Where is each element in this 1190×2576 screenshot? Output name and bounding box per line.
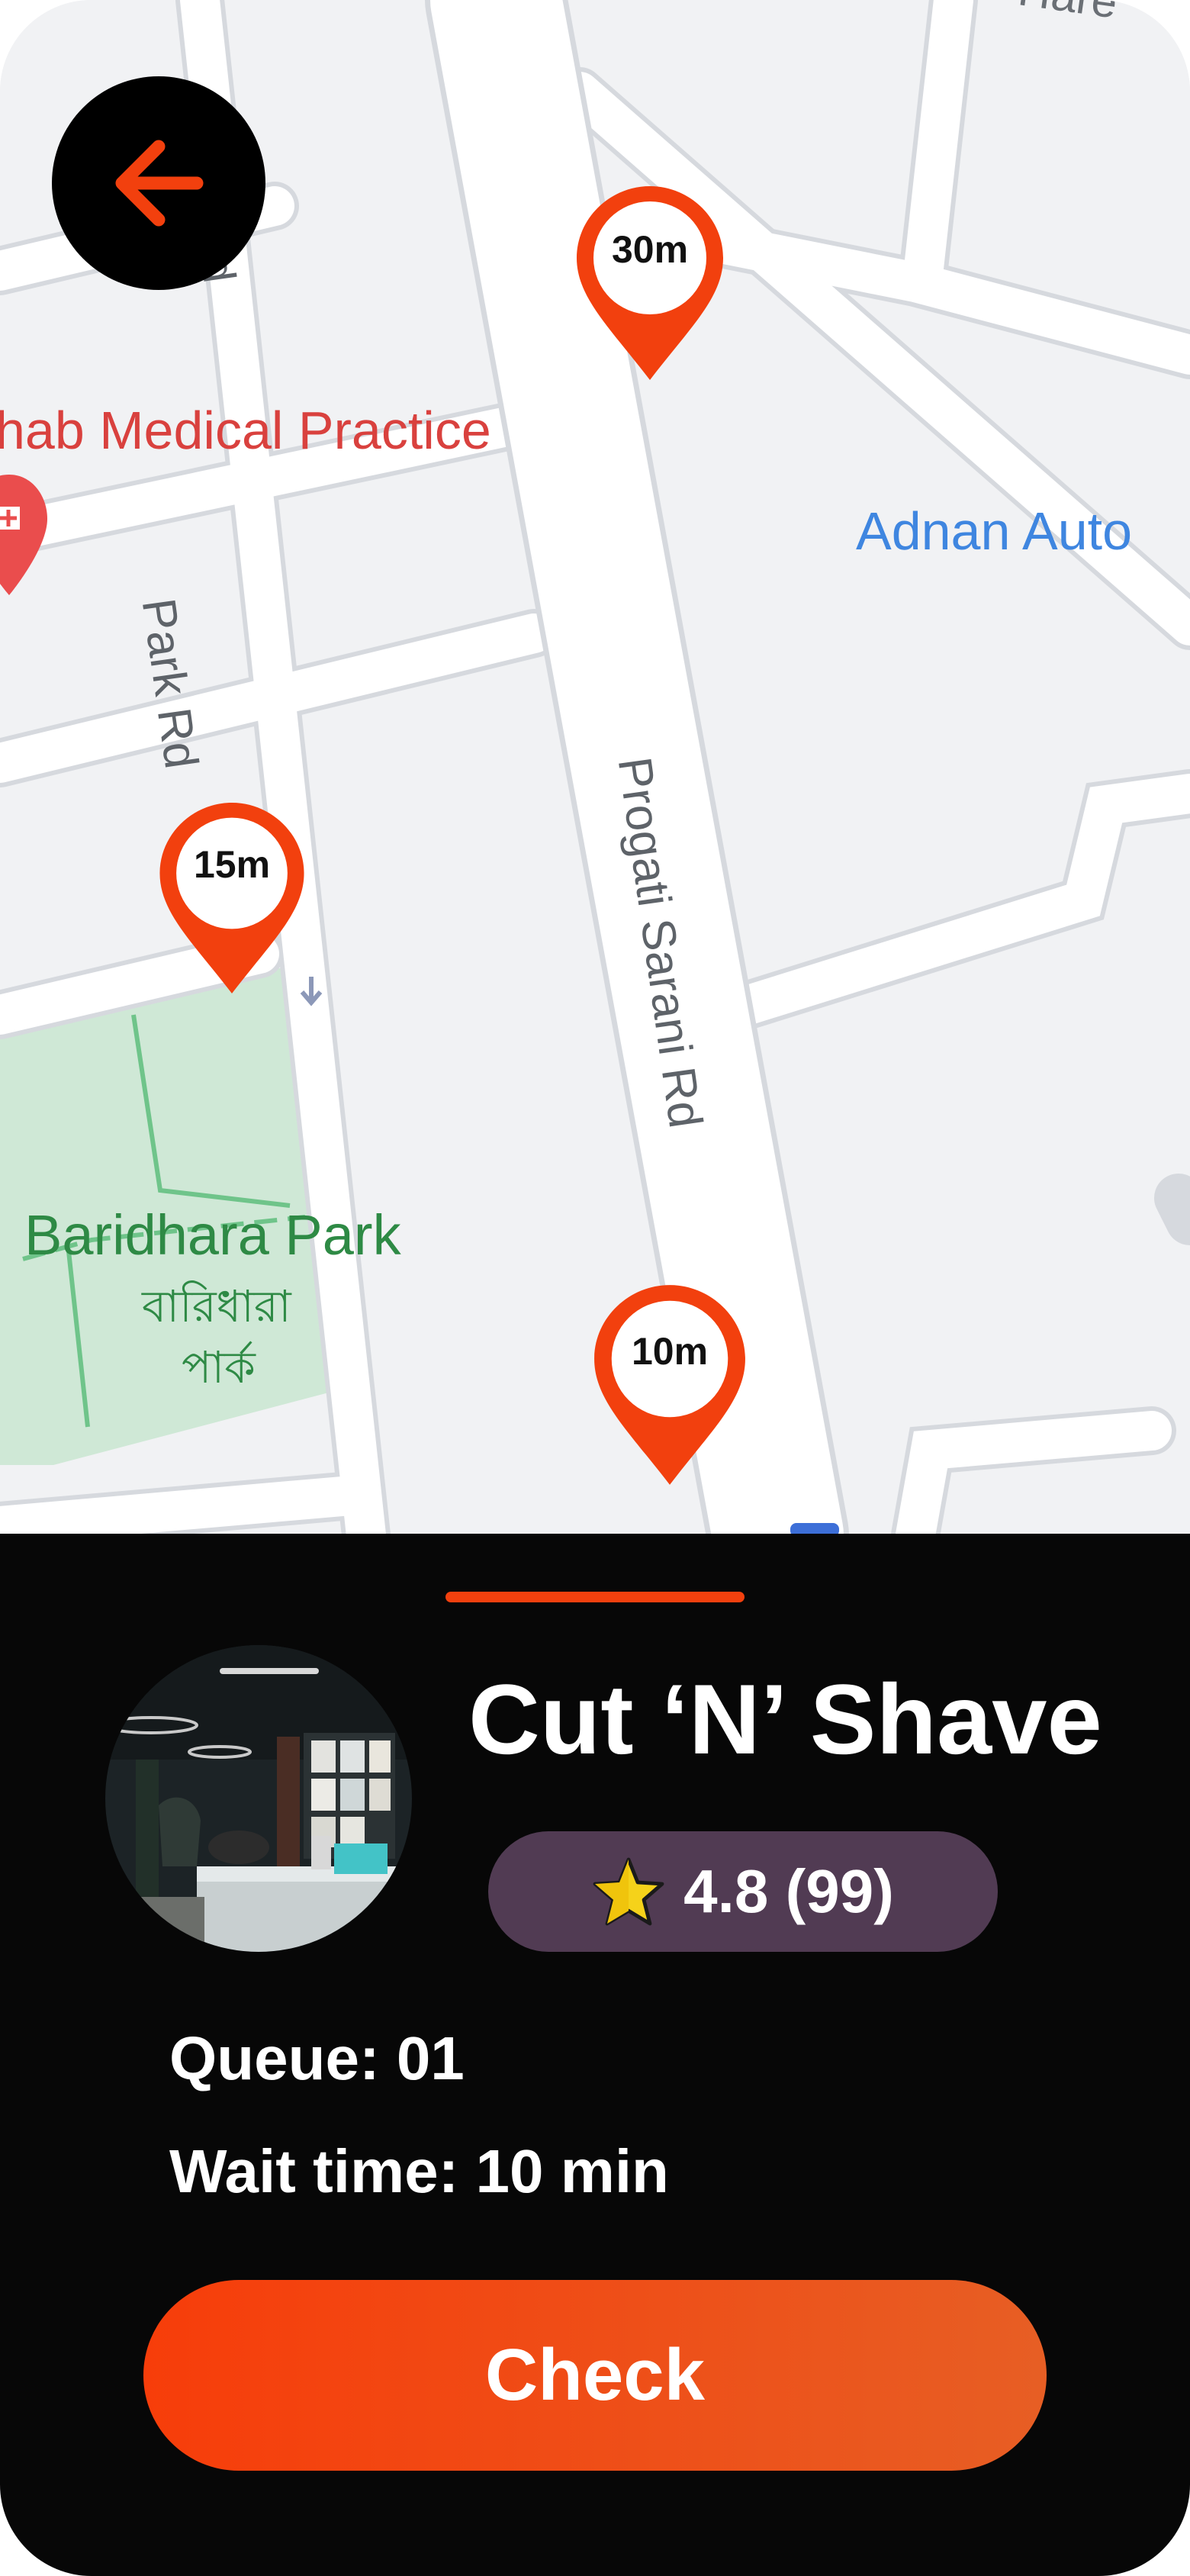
drag-handle[interactable] [445, 1592, 745, 1602]
screen: hab Medical Practice Adnan Auto Hare Par… [0, 0, 1190, 2576]
star-icon [593, 1857, 664, 1926]
pin-label: 30m [611, 228, 689, 271]
pin-label: 10m [631, 1330, 709, 1373]
shop-photo [105, 1645, 412, 1952]
rating-badge[interactable]: 4.8 (99) [488, 1831, 998, 1952]
map-pin-15m[interactable]: 15m [154, 800, 310, 997]
back-button[interactable] [52, 76, 265, 290]
rating-value: 4.8 (99) [683, 1857, 894, 1925]
map-label-adnan: Adnan Auto [856, 501, 1132, 561]
arrow-left-icon [115, 140, 204, 227]
pin-label: 15m [193, 843, 271, 886]
pin-marker-icon [577, 186, 723, 380]
map-label-park: Baridhara Park [24, 1203, 401, 1267]
pin-marker-icon [594, 1285, 745, 1485]
queue-text: Queue: 01 [169, 2024, 465, 2092]
check-button[interactable]: Check [143, 2280, 1047, 2471]
shop-avatar [105, 1645, 412, 1952]
map-label-medical: hab Medical Practice [0, 401, 491, 460]
shop-name: Cut ‘N’ Shave [468, 1663, 1102, 1775]
pin-marker-icon [159, 802, 304, 994]
wait-time-text: Wait time: 10 min [169, 2137, 669, 2205]
map-label-park-bn-2: পার্ক [182, 1343, 256, 1393]
map-pin-30m[interactable]: 30m [574, 183, 726, 383]
map-pin-10m[interactable]: 10m [589, 1282, 751, 1488]
